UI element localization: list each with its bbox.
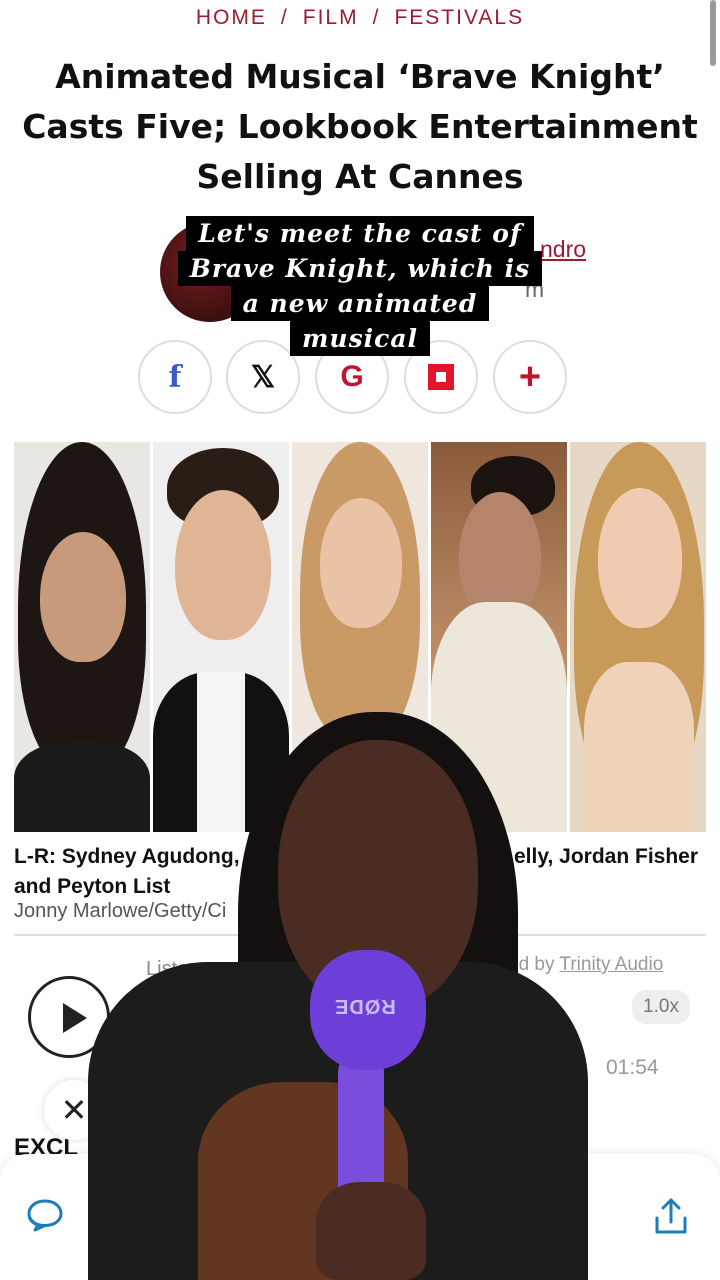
microphone-brand: RØDE — [334, 995, 396, 1017]
playback-speed-button[interactable]: 1.0x — [632, 990, 690, 1024]
flipboard-icon — [428, 364, 454, 390]
scrollbar[interactable] — [710, 0, 716, 66]
breadcrumb-separator: / — [280, 6, 289, 29]
breadcrumb-separator: / — [372, 6, 381, 29]
google-icon: G — [340, 360, 364, 393]
caption-line-3: a new animated — [230, 286, 490, 321]
breadcrumb: HOME / FILM / FESTIVALS — [0, 6, 720, 30]
plus-icon: + — [518, 355, 542, 398]
x-icon: 𝕏 — [250, 360, 276, 394]
cast-photo-5 — [570, 442, 706, 832]
close-icon: ✕ — [60, 1092, 88, 1128]
caption-line-4: musical — [289, 321, 431, 356]
caption-line-1: Let's meet the cast of — [186, 216, 534, 251]
breadcrumb-festivals[interactable]: FESTIVALS — [394, 6, 524, 29]
breadcrumb-film[interactable]: FILM — [303, 6, 359, 29]
breadcrumb-home[interactable]: HOME — [196, 6, 267, 29]
audio-duration: 01:54 — [606, 1056, 659, 1079]
facebook-icon: f — [168, 359, 182, 395]
comment-icon[interactable] — [26, 1198, 64, 1232]
caption-line-2: Brave Knight, which is — [177, 251, 543, 286]
video-caption: Let's meet the cast of Brave Knight, whi… — [0, 216, 720, 356]
page-title: Animated Musical ‘Brave Knight’ Casts Fi… — [22, 57, 698, 196]
presenter-video: RØDE — [88, 712, 588, 1280]
presenter-hand — [316, 1182, 426, 1280]
share-icon[interactable] — [652, 1196, 690, 1236]
